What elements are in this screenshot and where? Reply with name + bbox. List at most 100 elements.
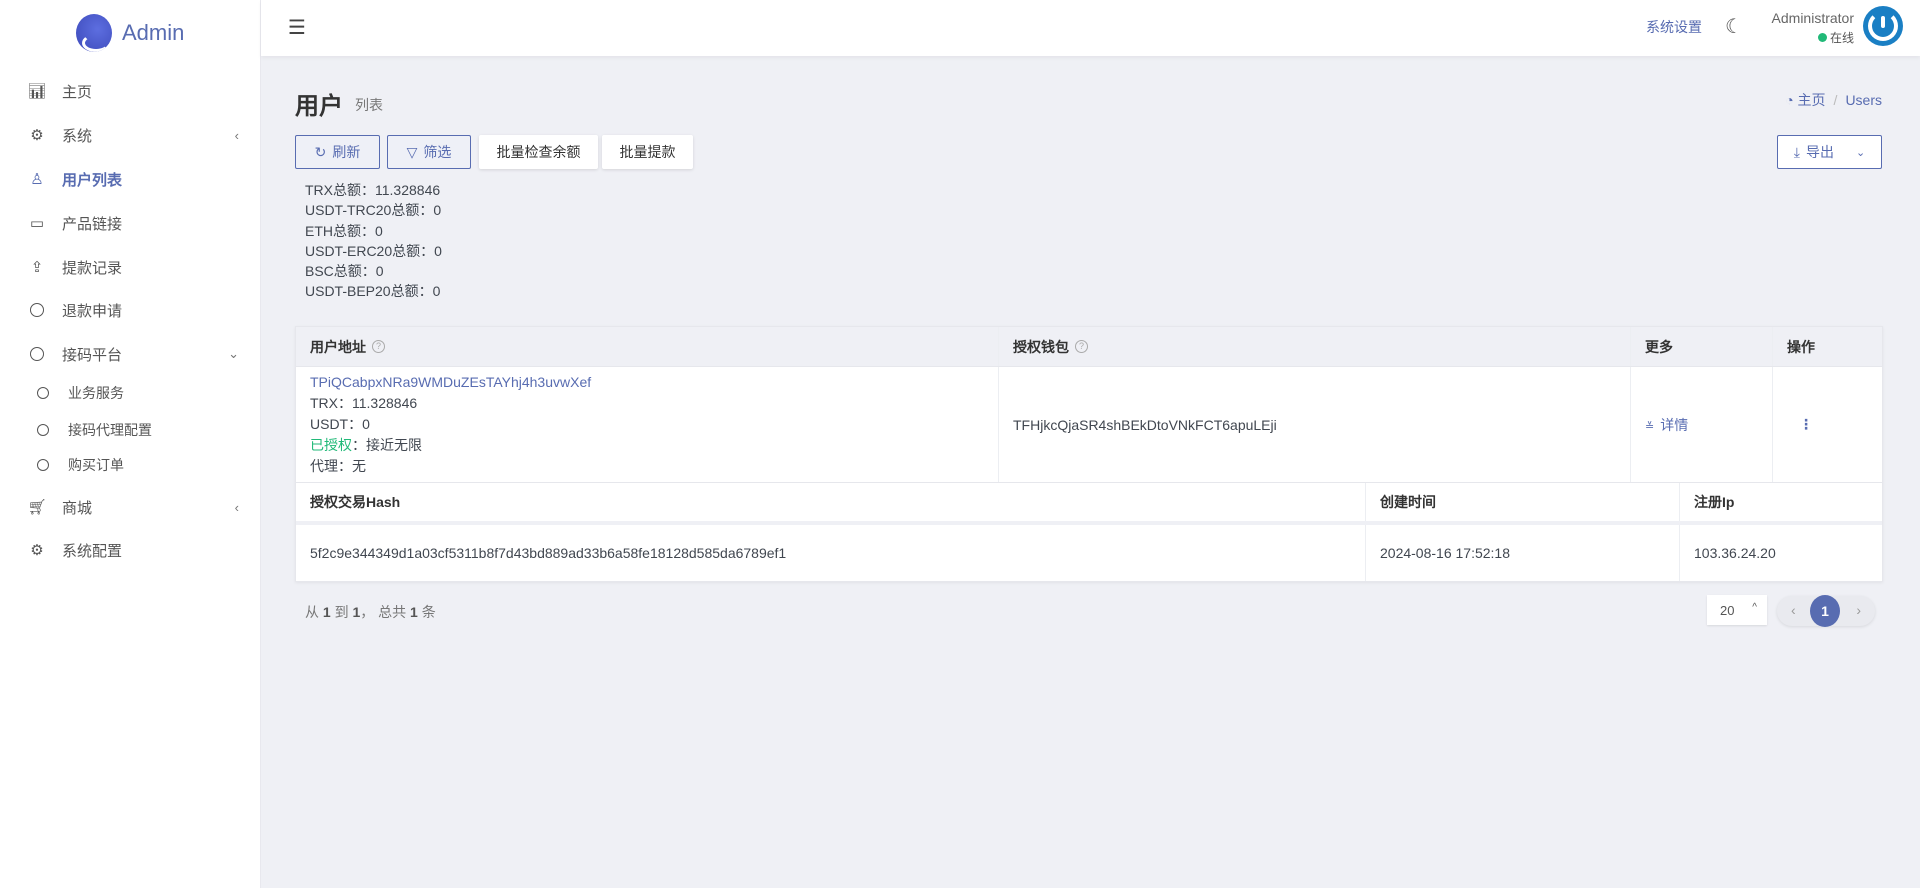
column-header-wallet: 授权钱包?	[999, 327, 1631, 366]
sidebar-item-users[interactable]: ♙ 用户列表	[0, 161, 261, 197]
bar-chart-icon: 📊︎	[27, 83, 47, 100]
created-cell: 2024-08-16 17:52:18	[1366, 525, 1680, 581]
logo[interactable]: Admin	[76, 14, 184, 52]
totals-summary: TRX总额：11.328846 USDT-TRC20总额：0 ETH总额：0 U…	[305, 180, 442, 302]
next-page-button[interactable]: ›	[1856, 602, 1861, 618]
status-text: 在线	[1829, 31, 1854, 45]
usdt-balance: USDT：0	[310, 416, 370, 432]
dashboard-icon: ◔	[1785, 92, 1794, 108]
total-trx: TRX总额：11.328846	[305, 182, 441, 198]
prev-page-button[interactable]: ‹	[1791, 602, 1796, 618]
sidebar-item-refunds[interactable]: 退款申请	[0, 292, 261, 328]
circle-icon	[34, 459, 52, 471]
logo-icon	[76, 14, 112, 52]
sidebar-item-label: 系统配置	[62, 542, 123, 560]
total-eth: ETH总额：0	[305, 222, 383, 239]
pagination: ‹ 1 ›	[1777, 595, 1875, 627]
pagination-info: 从 1 到 1， 总共 1 条	[305, 604, 436, 620]
chevron-up-icon: ^	[1752, 602, 1757, 613]
help-icon[interactable]: ?	[372, 340, 385, 353]
column-header-ip: 注册Ip	[1694, 494, 1735, 510]
filter-icon: ▽	[406, 143, 418, 160]
actions-cell: ⋮	[1773, 367, 1882, 482]
total-usdt-bep20: USDT-BEP20总额：0	[305, 283, 441, 300]
details-toggle[interactable]: ≚ 详情	[1645, 415, 1688, 435]
breadcrumb: ◔ 主页 / Users	[1785, 92, 1882, 108]
sidebar-item-system-config[interactable]: ⚙ 系统配置	[0, 532, 261, 568]
download-icon: ⤓	[1793, 143, 1800, 160]
sidebar-item-system[interactable]: ⚙ 系统 ‹	[0, 117, 261, 153]
export-label: 导出	[1805, 144, 1834, 160]
system-settings-link[interactable]: 系统设置	[1646, 17, 1702, 37]
wallet-cell: TFHjkcQjaSR4shBEkDtoVNkFCT6apuLEji	[999, 367, 1631, 482]
sidebar-item-sms-platform[interactable]: 接码平台 ⌄	[0, 336, 261, 372]
column-header-address: 用户地址?	[296, 327, 999, 366]
batch-withdraw-button[interactable]: 批量提款	[602, 135, 693, 169]
page-1-button[interactable]: 1	[1810, 595, 1840, 627]
table-header: 用户地址? 授权钱包? 更多 操作	[296, 327, 1882, 367]
user-status: 在线	[1772, 29, 1854, 46]
sidebar-item-label: 购买订单	[68, 457, 124, 473]
user-address-link[interactable]: TPiQCabpxNRa9WMDuZEsTAYhj4h3uvwXef	[310, 372, 591, 393]
upload-icon: ⇪	[30, 259, 44, 276]
sidebar-item-agent-config[interactable]: 接码代理配置	[0, 412, 261, 448]
sidebar-item-label: 系统	[62, 127, 93, 145]
sidebar-item-label: 接码代理配置	[68, 422, 152, 438]
column-header-hash: 授权交易Hash	[296, 483, 1366, 521]
circle-icon	[28, 303, 46, 317]
user-name: Administrator	[1771, 10, 1854, 26]
airplay-icon: ▭	[29, 215, 45, 232]
breadcrumb-home[interactable]: 主页	[1798, 92, 1826, 108]
chevron-left-icon: ‹	[234, 499, 239, 515]
auth-status: 已授权：接近无限	[310, 437, 422, 453]
sidebar-item-label: 主页	[62, 83, 93, 101]
chevrons-down-icon: ≚	[1645, 420, 1655, 433]
sidebar-item-business-service[interactable]: 业务服务	[0, 375, 261, 411]
detail-header: 授权交易Hash 创建时间 注册Ip	[296, 483, 1882, 525]
sidebar-item-label: 用户列表	[62, 171, 123, 189]
page-size-select[interactable]: 20 ^	[1707, 595, 1767, 625]
help-icon[interactable]: ?	[1075, 340, 1088, 353]
sidebar-item-label: 商城	[62, 499, 93, 517]
circle-icon	[28, 347, 46, 361]
more-cell: ≚ 详情	[1631, 367, 1773, 482]
refresh-button[interactable]: ↻ 刷新	[295, 135, 380, 169]
filter-label: 筛选	[423, 144, 452, 160]
sidebar-item-label: 产品链接	[62, 215, 123, 233]
sidebar-item-home[interactable]: 📊︎ 主页	[0, 73, 261, 109]
brand-name: Admin	[122, 20, 185, 45]
sidebar-item-label: 退款申请	[62, 302, 123, 320]
table-row: TPiQCabpxNRa9WMDuZEsTAYhj4h3uvwXef TRX：1…	[296, 367, 1882, 483]
column-header-created: 创建时间	[1366, 483, 1680, 521]
column-header-actions: 操作	[1787, 338, 1815, 355]
sidebar-item-product-links[interactable]: ▭ 产品链接	[0, 205, 261, 241]
export-button[interactable]: ⤓ 导出 ⌄	[1777, 135, 1882, 169]
page-subtitle: 列表	[355, 97, 383, 113]
top-bar: ☰ 系统设置 ☾ Administrator 在线	[261, 0, 1920, 56]
dark-mode-icon[interactable]: ☾	[1725, 14, 1743, 39]
sidebar-item-orders[interactable]: 购买订单	[0, 447, 261, 483]
sidebar-item-shop[interactable]: 🛒︎ 商城 ‹	[0, 489, 261, 525]
gear-icon: ⚙	[30, 127, 44, 144]
menu-toggle-icon[interactable]: ☰	[288, 15, 306, 40]
column-header-more: 更多	[1631, 327, 1773, 366]
more-vertical-icon[interactable]: ⋮	[1799, 416, 1813, 433]
address-cell: TPiQCabpxNRa9WMDuZEsTAYhj4h3uvwXef TRX：1…	[296, 367, 999, 482]
gears-icon: ⚙	[30, 542, 44, 559]
total-bsc: BSC总额：0	[305, 263, 384, 280]
batch-check-balance-button[interactable]: 批量检查余额	[479, 135, 598, 169]
circle-icon	[34, 387, 52, 399]
chevron-left-icon: ‹	[234, 127, 239, 143]
detail-row: 5f2c9e344349d1a03cf5311b8f7d43bd889ad33b…	[296, 525, 1882, 581]
sidebar: Admin 📊︎ 主页 ⚙ 系统 ‹ ♙ 用户列表 ▭ 产品链接 ⇪ 提款记录 退款申请 接…	[0, 0, 261, 888]
filter-button[interactable]: ▽ 筛选	[387, 135, 471, 169]
sidebar-item-withdrawals[interactable]: ⇪ 提款记录	[0, 249, 261, 285]
page-title: 用户	[295, 93, 343, 120]
online-dot-icon	[1817, 33, 1827, 42]
sidebar-item-label: 业务服务	[68, 385, 124, 401]
refresh-icon: ↻	[314, 143, 327, 160]
avatar[interactable]	[1863, 6, 1903, 46]
cart-icon: 🛒︎	[27, 499, 47, 516]
user-info[interactable]: Administrator 在线	[1772, 10, 1854, 46]
agent-info: 代理：无	[310, 458, 366, 474]
